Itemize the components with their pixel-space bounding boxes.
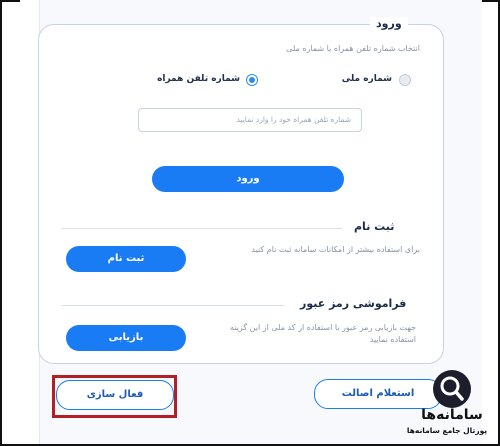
magnifier-icon: [440, 376, 464, 401]
watermark-brand: سامانه‌ها: [421, 407, 483, 423]
watermark-logo-icon: [433, 370, 471, 408]
radio-mobile[interactable]: [246, 74, 258, 86]
authenticity-inquiry-button[interactable]: استعلام اصالت: [314, 379, 442, 409]
highlight-box: [52, 375, 177, 418]
radio-national-label: شماره ملی: [341, 74, 392, 84]
login-hint: انتخاب شماره تلفن همراه یا شماره ملی: [286, 44, 420, 53]
left-scroll-rail: [20, 0, 40, 444]
register-divider: [62, 228, 342, 229]
input-placeholder: شماره تلفن همراه خود را وارد نمایید: [236, 115, 352, 124]
forgot-hint: جهت بازیابی رمز عبور با استفاده از کد مل…: [229, 323, 416, 344]
login-button[interactable]: ورود: [152, 166, 344, 192]
radio-national[interactable]: [399, 74, 411, 86]
forgot-legend: فراموشی رمز عبور: [294, 297, 413, 310]
forgot-divider: [62, 305, 284, 306]
register-hint: برای استفاده بیشتر از امکانات سامانه ثبت…: [251, 245, 420, 254]
recovery-button[interactable]: بازیابی: [66, 325, 186, 351]
register-button[interactable]: ثبت نام: [66, 246, 186, 272]
watermark-tagline: پورتال جامع سامانه‌ها: [406, 426, 488, 435]
register-legend: ثبت نام: [348, 220, 401, 233]
mobile-number-input[interactable]: شماره تلفن همراه خود را وارد نمایید: [138, 108, 362, 132]
login-legend: ورود: [370, 17, 408, 30]
radio-mobile-label: شماره تلفن همراه: [157, 74, 240, 84]
